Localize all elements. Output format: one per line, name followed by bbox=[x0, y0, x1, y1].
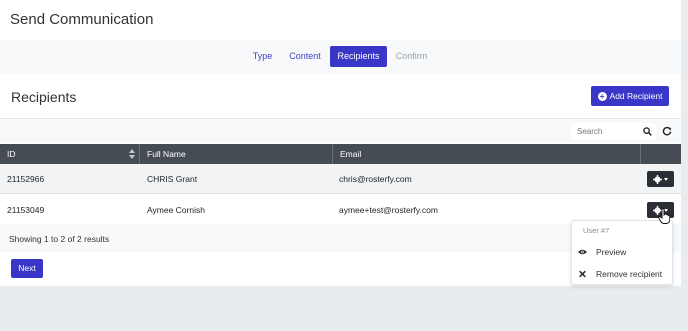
column-header-email[interactable]: Email bbox=[333, 144, 641, 164]
refresh-icon[interactable] bbox=[662, 126, 672, 136]
table-header: ID Full Name Email bbox=[0, 144, 681, 164]
row-email: chris@rosterfy.com bbox=[339, 174, 412, 184]
column-label-id: ID bbox=[7, 149, 16, 159]
menu-item-label: Remove recipient bbox=[596, 269, 663, 279]
menu-item-preview[interactable]: Preview bbox=[572, 242, 672, 262]
row-actions-button[interactable] bbox=[647, 171, 674, 187]
menu-item-label: Preview bbox=[596, 247, 627, 257]
section-title: Recipients bbox=[11, 89, 77, 105]
wizard-stepper: Type Content Recipients Confirm bbox=[0, 40, 681, 73]
chevron-down-icon bbox=[664, 177, 668, 181]
search-input[interactable]: Search bbox=[571, 123, 656, 140]
hand-cursor-icon bbox=[658, 208, 670, 224]
next-button[interactable]: Next bbox=[11, 259, 43, 278]
menu-item-remove-recipient[interactable]: Remove recipient bbox=[572, 264, 672, 284]
row-full-name: Aymee Cornish bbox=[147, 205, 205, 215]
row-email: aymee+test@rosterfy.com bbox=[339, 205, 438, 215]
step-recipients[interactable]: Recipients bbox=[330, 46, 387, 67]
row-full-name: CHRIS Grant bbox=[147, 174, 198, 184]
table-row: 21152966 CHRIS Grant chris@rosterfy.com bbox=[0, 164, 681, 194]
search-icon[interactable] bbox=[643, 127, 652, 136]
add-recipient-button[interactable]: + Add Recipient bbox=[591, 86, 669, 106]
plus-circle-icon: + bbox=[597, 91, 607, 101]
menu-header: User #7 bbox=[583, 226, 610, 235]
column-header-actions bbox=[641, 144, 681, 164]
eye-icon bbox=[578, 249, 587, 255]
sort-icon bbox=[129, 149, 135, 159]
row-id: 21153049 bbox=[7, 205, 45, 215]
step-content[interactable]: Content bbox=[286, 46, 324, 67]
close-icon bbox=[579, 270, 586, 278]
column-header-id[interactable]: ID bbox=[0, 144, 140, 164]
row-actions-menu: User #7 Preview Remove recipient bbox=[571, 220, 673, 285]
column-header-full-name[interactable]: Full Name bbox=[140, 144, 333, 164]
gear-icon bbox=[653, 174, 662, 184]
add-recipient-label: Add Recipient bbox=[609, 91, 663, 101]
results-summary: Showing 1 to 2 of 2 results bbox=[9, 234, 110, 244]
step-confirm: Confirm bbox=[395, 51, 428, 61]
search-placeholder: Search bbox=[577, 127, 603, 136]
row-id: 21152966 bbox=[7, 174, 45, 184]
step-type[interactable]: Type bbox=[249, 46, 276, 67]
page-title: Send Communication bbox=[10, 11, 154, 28]
table-toolbar: Search bbox=[0, 118, 681, 143]
